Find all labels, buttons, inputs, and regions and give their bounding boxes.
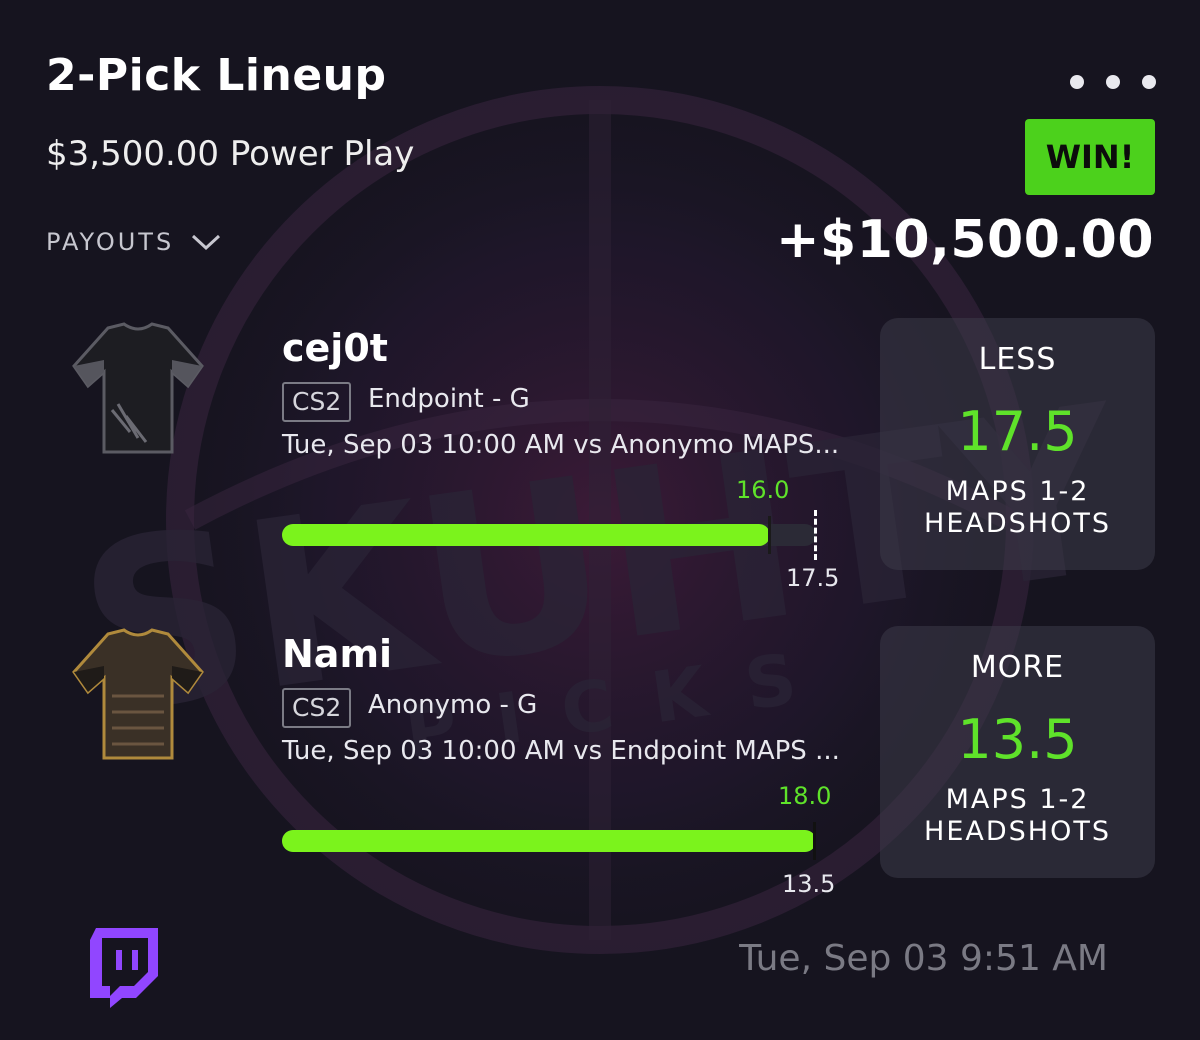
pick-direction: MORE — [970, 650, 1065, 685]
stat-line-1: MAPS 1-2 — [945, 784, 1090, 815]
twitch-icon[interactable] — [86, 926, 162, 1008]
pick-line-value: 13.5 — [957, 708, 1078, 771]
stat-line-2: HEADSHOTS — [924, 816, 1111, 847]
dot-icon — [1070, 75, 1084, 89]
pick-stat: MAPS 1-2 HEADSHOTS — [880, 784, 1155, 848]
actual-value-label: 18.0 — [778, 782, 832, 810]
team-position: Endpoint - G — [368, 384, 530, 414]
payouts-label: PAYOUTS — [46, 228, 175, 256]
pick-line-value: 17.5 — [957, 400, 1078, 463]
entry-amount: $3,500.00 Power Play — [46, 134, 415, 174]
match-info: Tue, Sep 03 10:00 AM vs Endpoint MAPS ..… — [282, 736, 840, 766]
payouts-toggle[interactable]: PAYOUTS — [46, 228, 222, 256]
actual-marker — [813, 822, 816, 860]
progress-fill — [282, 830, 816, 852]
pick-stat: MAPS 1-2 HEADSHOTS — [880, 476, 1155, 540]
match-info: Tue, Sep 03 10:00 AM vs Anonymo MAPS... — [282, 430, 840, 460]
chevron-down-icon — [192, 234, 221, 251]
jersey-black-icon — [72, 322, 204, 454]
team-position: Anonymo - G — [368, 690, 538, 720]
pick-direction: LESS — [978, 342, 1057, 377]
progress-fill — [282, 524, 771, 546]
line-value-label: 17.5 — [786, 564, 840, 592]
dot-icon — [1106, 75, 1120, 89]
dot-icon — [1142, 75, 1156, 89]
pick-row[interactable]: Nami CS2 Anonymo - G Tue, Sep 03 10:00 A… — [0, 626, 1200, 912]
actual-value-label: 16.0 — [736, 476, 790, 504]
pick-card-more[interactable]: MORE 13.5 MAPS 1-2 HEADSHOTS — [880, 626, 1155, 878]
progress-track — [282, 822, 816, 860]
player-name: Nami — [282, 632, 393, 676]
progress-track — [282, 510, 817, 560]
game-tag: CS2 — [282, 688, 352, 728]
timestamp: Tue, Sep 03 9:51 AM — [739, 938, 1108, 979]
line-value-label: 13.5 — [782, 870, 836, 898]
stat-line-2: HEADSHOTS — [924, 508, 1111, 539]
payout-amount: +$10,500.00 — [775, 210, 1154, 270]
player-name: cej0t — [282, 326, 388, 370]
stat-line-1: MAPS 1-2 — [945, 476, 1090, 507]
pick-row[interactable]: cej0t CS2 Endpoint - G Tue, Sep 03 10:00… — [0, 318, 1200, 606]
pick-card-less[interactable]: LESS 17.5 MAPS 1-2 HEADSHOTS — [880, 318, 1155, 570]
jersey-gold-icon — [72, 628, 204, 760]
line-marker — [814, 510, 817, 560]
actual-marker — [768, 516, 771, 554]
lineup-title: 2-Pick Lineup — [46, 50, 387, 101]
game-tag: CS2 — [282, 382, 352, 422]
more-options-button[interactable] — [1070, 70, 1156, 94]
win-badge: WIN! — [1025, 119, 1155, 195]
